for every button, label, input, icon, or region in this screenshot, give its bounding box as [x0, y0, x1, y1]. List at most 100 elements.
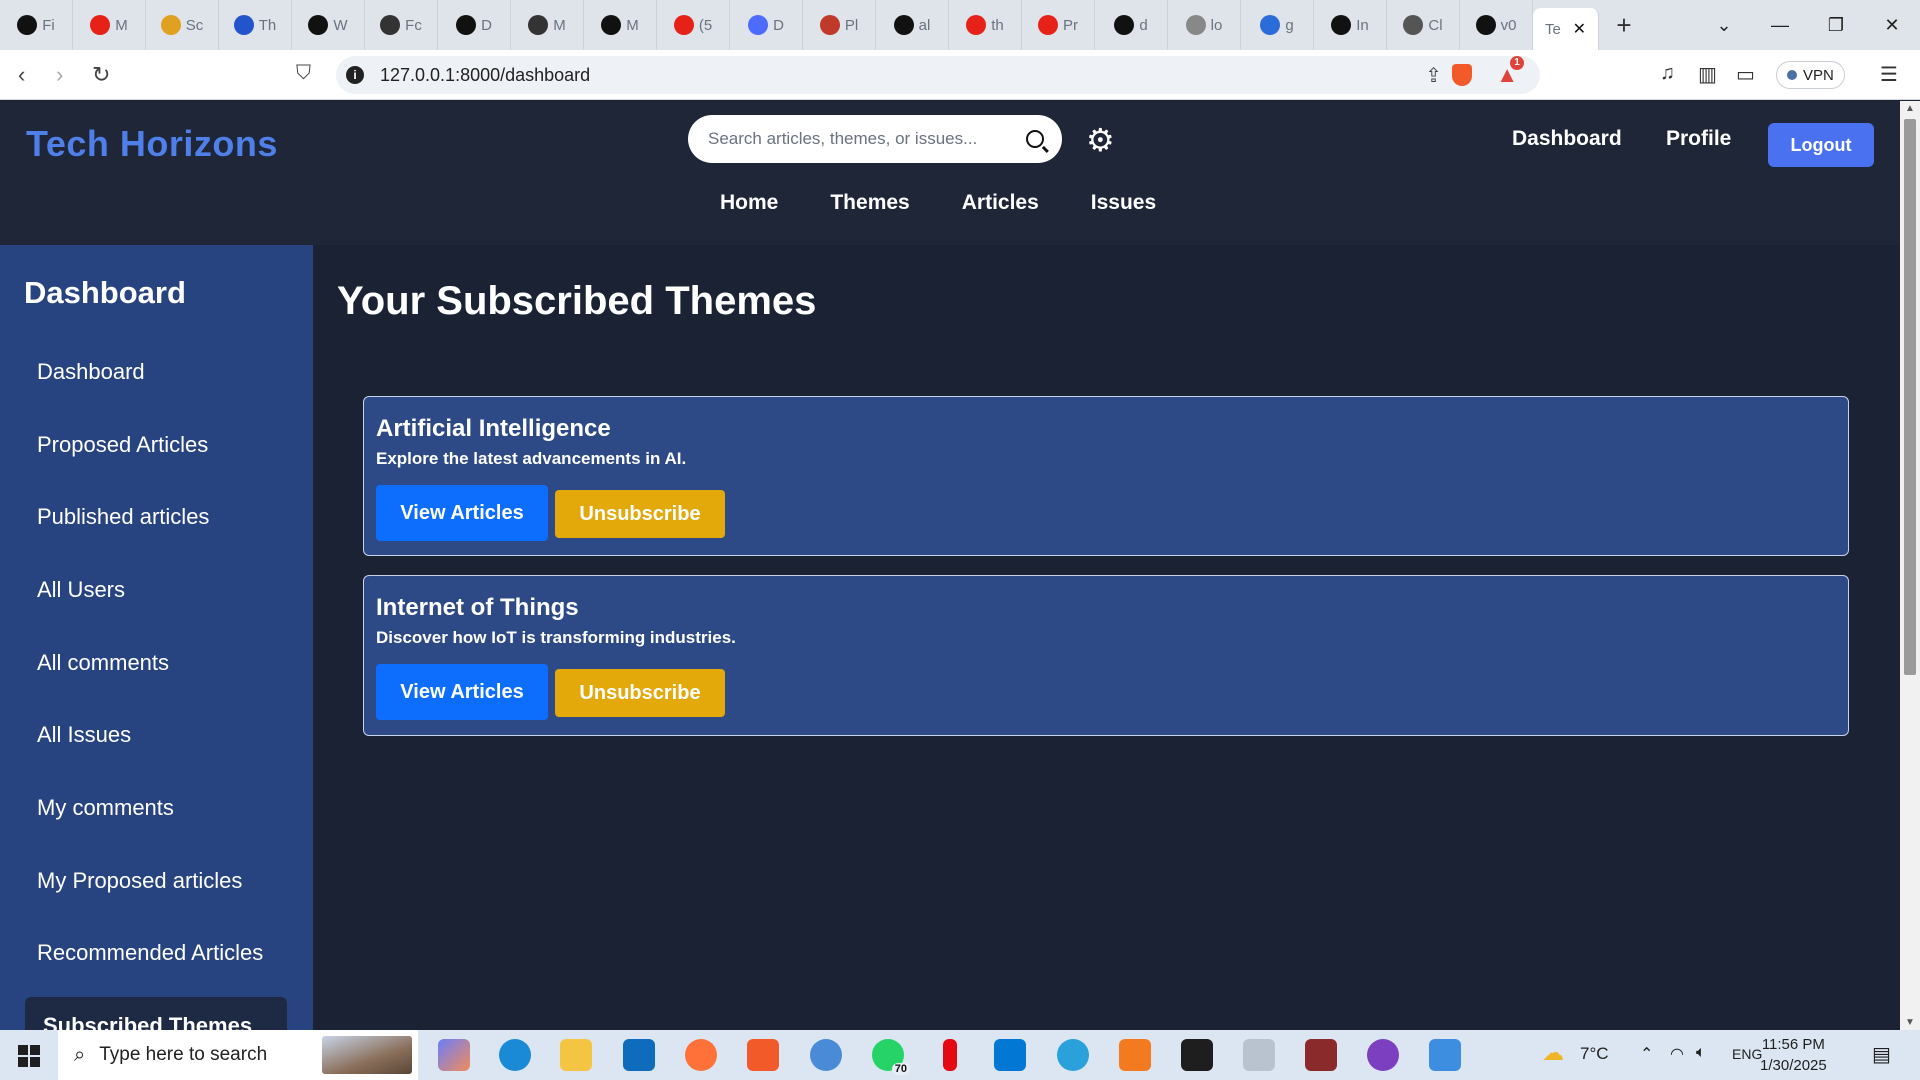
- wallet-icon[interactable]: ▭: [1736, 62, 1755, 87]
- minimize-icon[interactable]: —: [1752, 15, 1808, 36]
- browser-tab[interactable]: In: [1314, 0, 1387, 50]
- sidebar-toggle-icon[interactable]: ▥: [1698, 62, 1717, 87]
- browser-tab[interactable]: D: [730, 0, 803, 50]
- browser-tab[interactable]: Sc: [146, 0, 219, 50]
- browser-tab[interactable]: Cl: [1387, 0, 1460, 50]
- nav-home[interactable]: Home: [720, 191, 778, 215]
- url-bar[interactable]: i 127.0.0.1:8000/dashboard ⇪ ▲ 1: [336, 56, 1540, 94]
- browser-tab[interactable]: al: [876, 0, 949, 50]
- windows-start-icon[interactable]: [18, 1045, 40, 1067]
- browser-tab[interactable]: Pl: [803, 0, 876, 50]
- brave-taskbar-icon[interactable]: [747, 1039, 779, 1071]
- qbittorrent-icon[interactable]: [810, 1039, 842, 1071]
- photos-icon[interactable]: [1243, 1039, 1275, 1071]
- copilot-icon[interactable]: [438, 1039, 470, 1071]
- browser-tab[interactable]: lo: [1168, 0, 1241, 50]
- forward-icon[interactable]: ›: [56, 62, 63, 88]
- winrar-icon[interactable]: [1305, 1039, 1337, 1071]
- close-icon[interactable]: ✕: [1573, 19, 1586, 39]
- browser-tab[interactable]: M: [511, 0, 584, 50]
- search-box[interactable]: Search articles, themes, or issues...: [688, 115, 1062, 163]
- view-articles-button[interactable]: View Articles: [376, 664, 548, 720]
- system-clock[interactable]: 11:56 PM 1/30/2025: [1760, 1034, 1827, 1076]
- sidebar-item-proposed-articles[interactable]: Proposed Articles: [37, 432, 208, 458]
- vscode-icon[interactable]: [994, 1039, 1026, 1071]
- github-desktop-icon[interactable]: [1367, 1039, 1399, 1071]
- sidebar-item-my-proposed-articles[interactable]: My Proposed articles: [37, 868, 242, 894]
- scrollbar-thumb[interactable]: [1904, 119, 1916, 675]
- sidebar-item-all-issues[interactable]: All Issues: [37, 722, 131, 748]
- language-indicator[interactable]: ENG: [1732, 1046, 1762, 1062]
- site-info-icon[interactable]: i: [346, 66, 364, 84]
- share-icon[interactable]: ⇪: [1425, 63, 1442, 88]
- edge-icon[interactable]: [499, 1039, 531, 1071]
- browser-tab[interactable]: Th: [219, 0, 292, 50]
- sidebar-item-published-articles[interactable]: Published articles: [37, 504, 209, 530]
- page-scrollbar[interactable]: ▲ ▼: [1900, 101, 1920, 1030]
- volume-icon[interactable]: 🔈︎: [1696, 1044, 1706, 1062]
- nav-issues[interactable]: Issues: [1091, 191, 1156, 215]
- browser-tab[interactable]: (5: [657, 0, 730, 50]
- reload-icon[interactable]: ↻: [92, 62, 110, 88]
- browser-tab[interactable]: W: [292, 0, 365, 50]
- browser-tab[interactable]: Pr: [1022, 0, 1095, 50]
- whatsapp-icon[interactable]: 70: [872, 1039, 910, 1075]
- terminal-icon[interactable]: [1181, 1039, 1213, 1071]
- tray-chevron-icon[interactable]: ⌃: [1640, 1044, 1653, 1064]
- browser-tab[interactable]: M: [73, 0, 146, 50]
- file-explorer-icon[interactable]: [560, 1039, 592, 1071]
- browser-tab[interactable]: Fi: [0, 0, 73, 50]
- wifi-icon[interactable]: ◠: [1670, 1044, 1684, 1064]
- theme-toggle-icon[interactable]: ⚙: [1086, 121, 1115, 159]
- taskbar-search-text[interactable]: Type here to search: [99, 1044, 267, 1066]
- unsubscribe-button[interactable]: Unsubscribe: [555, 669, 725, 717]
- browser-tab[interactable]: g: [1241, 0, 1314, 50]
- browser-tab[interactable]: Fc: [365, 0, 438, 50]
- search-icon[interactable]: [1026, 130, 1044, 148]
- site-logo[interactable]: Tech Horizons: [26, 123, 278, 165]
- header-link-profile[interactable]: Profile: [1666, 127, 1731, 151]
- sidebar-item-recommended-articles[interactable]: Recommended Articles: [37, 940, 263, 966]
- bookmark-icon[interactable]: ⛉: [296, 62, 311, 85]
- unsubscribe-button[interactable]: Unsubscribe: [555, 490, 725, 538]
- xampp-icon[interactable]: [1119, 1039, 1151, 1071]
- scroll-down-icon[interactable]: ▼: [1905, 1017, 1915, 1028]
- sidebar-item-my-comments[interactable]: My comments: [37, 795, 174, 821]
- sidebar-item-subscribed-themes[interactable]: Subscribed Themes: [25, 997, 287, 1030]
- vpn-button[interactable]: VPN: [1776, 61, 1845, 89]
- browser-tab[interactable]: M: [584, 0, 657, 50]
- nav-themes[interactable]: Themes: [830, 191, 909, 215]
- weather-temp[interactable]: 7°C: [1580, 1044, 1609, 1064]
- browser-tab[interactable]: th: [949, 0, 1022, 50]
- rewards-icon[interactable]: ▲ 1: [1496, 56, 1524, 88]
- tab-search-chevron-icon[interactable]: ⌄: [1696, 15, 1752, 36]
- restore-icon[interactable]: ❐: [1808, 15, 1864, 36]
- nav-articles[interactable]: Articles: [962, 191, 1039, 215]
- netflix-icon[interactable]: [943, 1039, 957, 1071]
- paint-icon[interactable]: [1429, 1039, 1461, 1071]
- view-articles-button[interactable]: View Articles: [376, 485, 548, 541]
- notifications-icon[interactable]: ▤: [1872, 1042, 1891, 1067]
- new-tab-button[interactable]: +: [1599, 10, 1649, 41]
- url-text[interactable]: 127.0.0.1:8000/dashboard: [380, 65, 590, 86]
- menu-icon[interactable]: ☰: [1880, 62, 1898, 87]
- telegram-icon[interactable]: [1057, 1039, 1089, 1071]
- search-input[interactable]: Search articles, themes, or issues...: [708, 129, 1026, 149]
- back-icon[interactable]: ‹: [18, 62, 25, 88]
- browser-tab[interactable]: d: [1095, 0, 1168, 50]
- taskbar-search[interactable]: ⌕ Type here to search: [58, 1030, 418, 1080]
- sidebar-item-dashboard[interactable]: Dashboard: [37, 359, 145, 385]
- sidebar-item-all-comments[interactable]: All comments: [37, 650, 169, 676]
- tab-active[interactable]: Te ✕: [1533, 8, 1599, 50]
- sidebar-item-all-users[interactable]: All Users: [37, 577, 125, 603]
- header-link-dashboard[interactable]: Dashboard: [1512, 127, 1622, 151]
- outlook-icon[interactable]: [623, 1039, 655, 1071]
- brave-shields-icon[interactable]: [1452, 64, 1472, 86]
- browser-tab[interactable]: v0: [1460, 0, 1533, 50]
- scroll-up-icon[interactable]: ▲: [1905, 103, 1915, 114]
- weather-icon[interactable]: ☁: [1542, 1040, 1564, 1066]
- logout-button[interactable]: Logout: [1768, 123, 1874, 167]
- browser-tab[interactable]: D: [438, 0, 511, 50]
- firefox-icon[interactable]: [685, 1039, 717, 1071]
- music-icon[interactable]: ♫: [1660, 62, 1675, 85]
